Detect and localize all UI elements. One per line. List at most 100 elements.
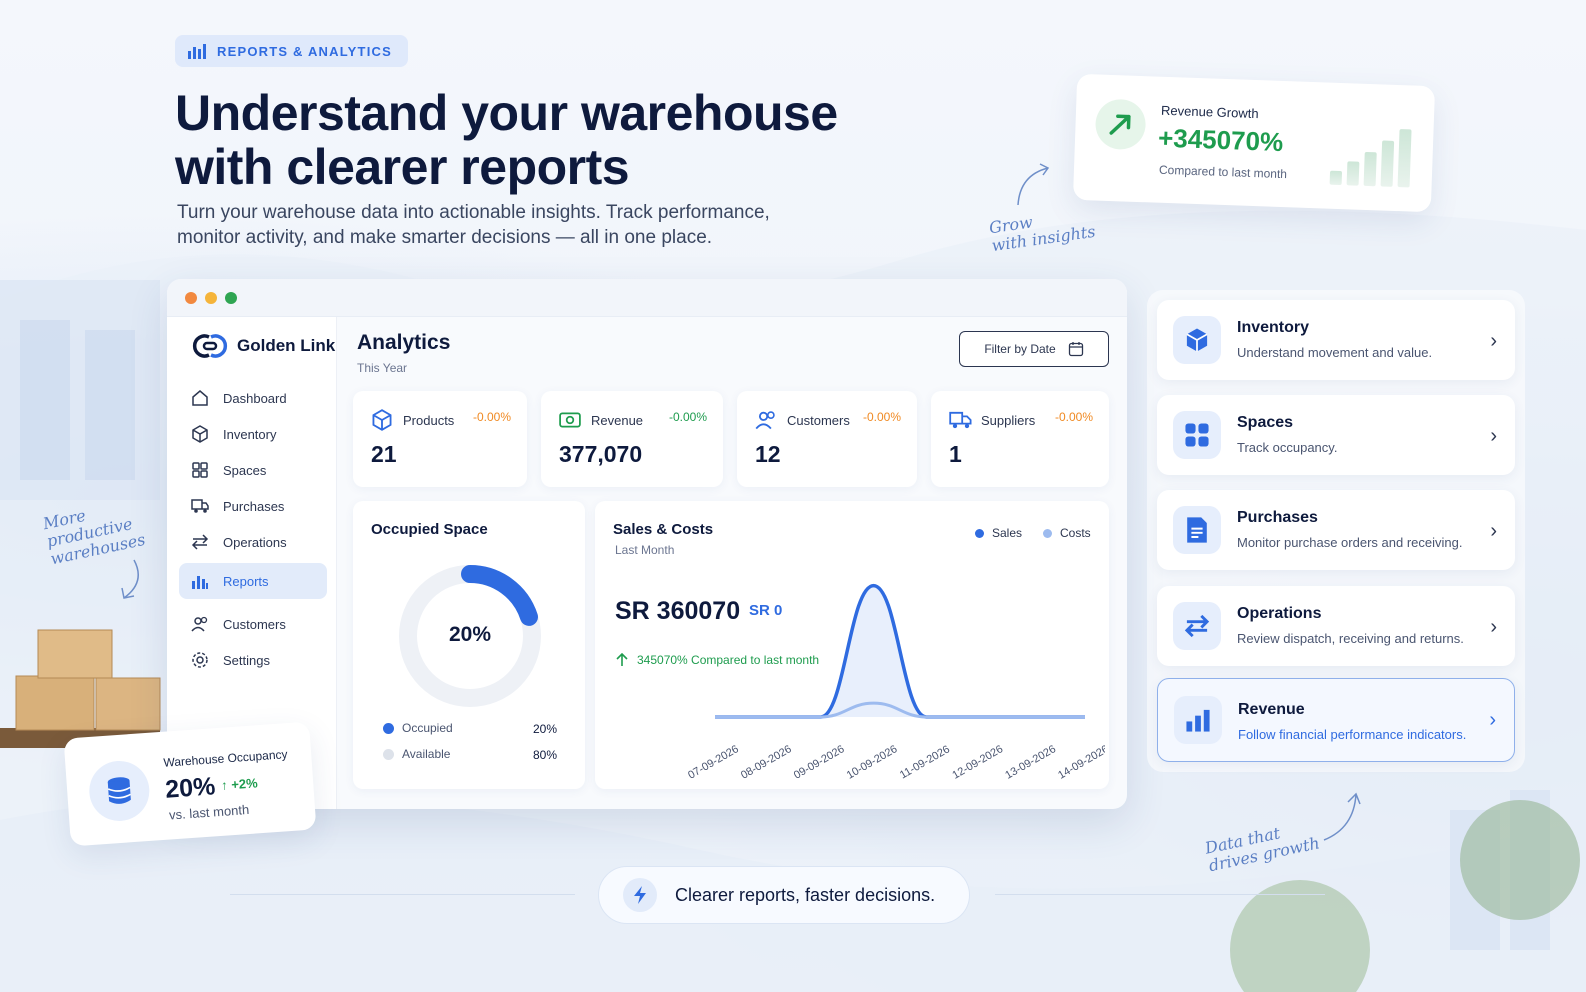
stat-value: 21 (371, 441, 397, 467)
footer-tagline-text: Clearer reports, faster decisions. (675, 884, 936, 905)
subtitle-line-2: monitor activity, and make smarter decis… (177, 227, 713, 248)
revenue-growth-title: Revenue Growth (1160, 102, 1259, 122)
footer-divider-left (230, 894, 575, 895)
sidebar-item-label: Settings (223, 652, 270, 668)
report-item-revenue[interactable]: Revenue Follow financial performance ind… (1157, 678, 1515, 762)
bar-chart-icon (188, 44, 206, 59)
gear-icon (192, 652, 208, 668)
page-title: Analytics (357, 331, 451, 354)
stat-value: 377,070 (559, 441, 643, 467)
sidebar-item-customers[interactable]: Customers (179, 606, 327, 642)
subtitle-line-1: Turn your warehouse data into actionable… (177, 202, 770, 223)
x-tick-label: 08-09-2026 (739, 743, 794, 782)
report-item-purchases[interactable]: Purchases Monitor purchase orders and re… (1157, 490, 1515, 570)
money-icon (559, 412, 581, 428)
footer-divider-right (995, 894, 1325, 895)
stat-card-suppliers: Suppliers -0.00% 1 (931, 391, 1109, 487)
report-item-title: Purchases (1237, 509, 1318, 526)
stat-card-customers: Customers -0.00% 12 (737, 391, 917, 487)
panel-title: Sales & Costs (613, 521, 714, 538)
sidebar-item-label: Spaces (223, 462, 267, 478)
grid-icon (1173, 411, 1221, 459)
stat-change: -0.00% (668, 410, 707, 424)
report-item-desc: Follow financial performance indicators. (1238, 727, 1467, 742)
occupancy-card-value: 20% (164, 772, 217, 804)
sidebar-item-label: Customers (223, 616, 286, 632)
swap-icon (191, 534, 209, 550)
x-tick-label: 12-09-2026 (950, 743, 1005, 782)
x-tick-label: 13-09-2026 (1003, 743, 1058, 782)
report-item-title: Revenue (1238, 701, 1305, 718)
cube-icon (1173, 316, 1221, 364)
panel-period: Last Month (615, 543, 675, 557)
legend-label: Occupied (402, 721, 453, 735)
legend-label: Available (402, 747, 451, 761)
filter-label: Filter by Date (984, 342, 1056, 356)
stat-value: 1 (949, 441, 962, 467)
golden-link-logo-icon (192, 334, 228, 358)
stat-change: -0.00% (472, 410, 511, 424)
costs-swatch (1043, 528, 1052, 538)
stat-card-products: Products -0.00% 21 (353, 391, 527, 487)
bar-chart-icon (1174, 696, 1222, 744)
database-icon (87, 758, 152, 823)
arrow-up-icon (616, 653, 628, 666)
revenue-growth-caption: Compared to last month (1158, 162, 1288, 182)
sidebar-item-operations[interactable]: Operations (179, 524, 327, 560)
occupied-value: 20% (532, 722, 557, 736)
occupancy-card-caption: vs. last month (168, 801, 250, 823)
sidebar-item-purchases[interactable]: Purchases (179, 488, 327, 524)
sidebar-item-dashboard[interactable]: Dashboard (179, 380, 327, 416)
chevron-right-icon: › (1490, 616, 1497, 638)
sidebar-item-label: Dashboard (223, 390, 287, 406)
page-subtitle: Turn your warehouse data into actionable… (177, 200, 817, 250)
x-tick-label: 09-09-2026 (792, 743, 847, 782)
filter-by-date-button[interactable]: Filter by Date (959, 331, 1109, 367)
legend-label: Sales (992, 526, 1023, 540)
available-value: 80% (532, 748, 557, 762)
footer-tagline: Clearer reports, faster decisions. (598, 866, 970, 924)
window-maximize-dot[interactable] (225, 291, 237, 304)
sales-swatch (975, 528, 984, 538)
x-tick-label: 11-09-2026 (898, 743, 952, 781)
sidebar-item-reports[interactable]: Reports (179, 563, 327, 599)
report-item-title: Inventory (1237, 319, 1310, 336)
badge-label: REPORTS & ANALYTICS (217, 43, 392, 59)
page-period: This Year (357, 361, 408, 375)
report-item-desc: Review dispatch, receiving and returns. (1237, 631, 1464, 646)
warehouse-occupancy-card: Warehouse Occupancy 20% ↑ +2% vs. last m… (63, 721, 317, 847)
stat-card-revenue: Revenue -0.00% 377,070 (541, 391, 723, 487)
report-item-desc: Understand movement and value. (1237, 345, 1433, 360)
home-icon (192, 390, 208, 406)
sidebar-item-settings[interactable]: Settings (179, 642, 327, 678)
legend-costs: Costs (1043, 526, 1091, 540)
sidebar-item-inventory[interactable]: Inventory (179, 416, 327, 452)
occupancy-card-change: ↑ +2% (220, 775, 259, 793)
sidebar-item-spaces[interactable]: Spaces (179, 452, 327, 488)
sidebar-item-label: Reports (223, 573, 269, 589)
window-close-dot[interactable] (185, 291, 197, 304)
trend-up-icon (1094, 98, 1147, 151)
window-titlebar (167, 279, 1127, 317)
window-minimize-dot[interactable] (205, 291, 217, 304)
report-item-operations[interactable]: Operations Review dispatch, receiving an… (1157, 586, 1515, 666)
legend-label: Costs (1060, 526, 1091, 540)
app-logo[interactable]: Golden Link (191, 331, 335, 361)
report-item-title: Operations (1237, 605, 1322, 622)
sales-costs-panel: Sales & Costs Last Month Sales Costs SR … (595, 501, 1109, 789)
sidebar-item-label: Operations (223, 534, 287, 550)
report-item-inventory[interactable]: Inventory Understand movement and value.… (1157, 300, 1515, 380)
report-item-desc: Track occupancy. (1237, 440, 1338, 455)
swap-icon (1173, 602, 1221, 650)
x-tick-label: 14-09-2026 (1056, 743, 1105, 782)
revenue-growth-card: Revenue Growth +345070% Compared to last… (1072, 73, 1436, 213)
available-swatch (383, 748, 394, 760)
document-icon (1173, 506, 1221, 554)
mini-bar-decoration (1329, 127, 1412, 188)
report-item-spaces[interactable]: Spaces Track occupancy. › (1157, 395, 1515, 475)
users-icon (191, 616, 208, 632)
sales-costs-chart: 07-09-202608-09-202609-09-202610-09-2026… (686, 583, 1105, 782)
app-window: Golden Link Dashboard Inventory Spaces P… (167, 279, 1127, 809)
page-headline: Understand your warehouse with clearer r… (175, 86, 838, 194)
donut-center-value: 20% (448, 623, 492, 646)
